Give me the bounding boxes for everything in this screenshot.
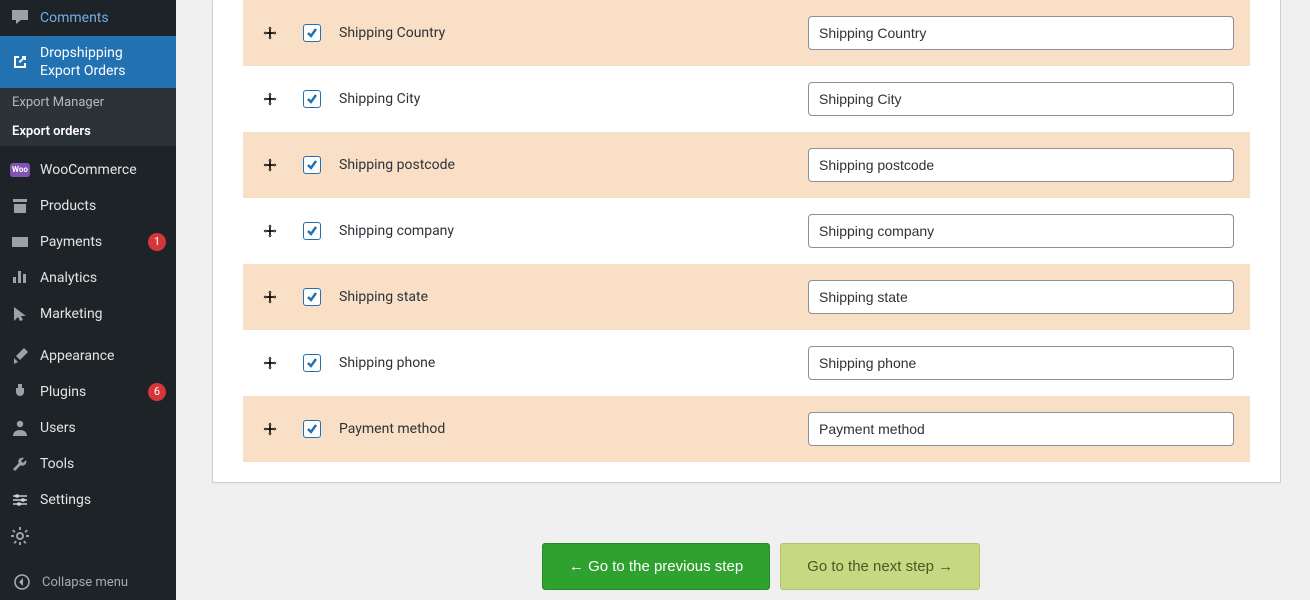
sidebar-item-products[interactable]: Products [0, 188, 176, 224]
field-label: Shipping Country [339, 25, 739, 41]
field-checkbox[interactable] [303, 24, 321, 42]
sidebar-item-analytics[interactable]: Analytics [0, 260, 176, 296]
bars-icon [10, 268, 30, 288]
drag-handle-icon[interactable] [259, 91, 281, 107]
collapse-label: Collapse menu [42, 575, 128, 590]
next-step-button[interactable]: Go to the next step → [780, 543, 980, 590]
field-name-input[interactable] [808, 412, 1234, 446]
field-label: Shipping phone [339, 355, 739, 371]
collapse-menu-button[interactable]: Collapse menu [0, 564, 176, 600]
woocommerce-icon: Woo [10, 160, 30, 180]
field-row: Shipping state [243, 264, 1250, 330]
wizard-buttons: ← Go to the previous step Go to the next… [212, 543, 1310, 590]
external-link-icon [10, 52, 30, 72]
sidebar-item-appearance[interactable]: Appearance [0, 338, 176, 374]
sidebar-item-payments[interactable]: Payments 1 [0, 224, 176, 260]
brush-icon [10, 346, 30, 366]
gear-icon [10, 526, 30, 546]
field-name-input[interactable] [808, 280, 1234, 314]
sidebar-item-label: Products [40, 197, 166, 215]
sidebar-item-settings[interactable]: Settings [0, 482, 176, 518]
collapse-icon [12, 572, 32, 592]
field-name-input[interactable] [808, 82, 1234, 116]
field-checkbox[interactable] [303, 90, 321, 108]
field-checkbox[interactable] [303, 156, 321, 174]
previous-step-button[interactable]: ← Go to the previous step [542, 543, 770, 590]
drag-handle-icon[interactable] [259, 289, 281, 305]
field-row: Shipping company [243, 198, 1250, 264]
field-row: Shipping City [243, 66, 1250, 132]
field-label: Shipping company [339, 223, 739, 239]
sidebar-item-label: Plugins [40, 383, 134, 401]
megaphone-icon [10, 304, 30, 324]
drag-handle-icon[interactable] [259, 157, 281, 173]
sidebar-item-marketing[interactable]: Marketing [0, 296, 176, 332]
field-name-input[interactable] [808, 346, 1234, 380]
submenu-export-manager[interactable]: Export Manager [0, 88, 176, 117]
sidebar-item-label: Dropshipping Export Orders [40, 44, 166, 80]
sidebar-item-label: WooCommerce [40, 161, 166, 179]
field-checkbox[interactable] [303, 222, 321, 240]
field-label: Shipping state [339, 289, 739, 305]
sidebar-item-tools[interactable]: Tools [0, 446, 176, 482]
drag-handle-icon[interactable] [259, 223, 281, 239]
sidebar-item-label: Comments [40, 9, 166, 27]
field-row: Shipping Country [243, 0, 1250, 66]
field-name-input[interactable] [808, 16, 1234, 50]
notification-badge: 6 [148, 383, 166, 401]
field-checkbox[interactable] [303, 420, 321, 438]
field-row: Payment method [243, 396, 1250, 462]
drag-handle-icon[interactable] [259, 355, 281, 371]
sidebar-item-label: Payments [40, 233, 134, 251]
field-checkbox[interactable] [303, 288, 321, 306]
sidebar-item-comments[interactable]: Comments [0, 0, 176, 36]
sidebar-item-label: Analytics [40, 269, 166, 287]
admin-sidebar: Comments Dropshipping Export Orders Expo… [0, 0, 176, 600]
field-row: Shipping phone [243, 330, 1250, 396]
notification-badge: 1 [148, 233, 166, 251]
drag-handle-icon[interactable] [259, 25, 281, 41]
main-content: Shipping Country Shipping City Shipping po… [176, 0, 1310, 600]
field-label: Payment method [339, 421, 739, 437]
field-name-input[interactable] [808, 148, 1234, 182]
sidebar-item-label: Tools [40, 455, 166, 473]
field-row: Shipping postcode [243, 132, 1250, 198]
user-icon [10, 418, 30, 438]
wrench-icon [10, 454, 30, 474]
sidebar-item-label: Appearance [40, 347, 166, 365]
comment-icon [10, 8, 30, 28]
sidebar-item-label: Users [40, 419, 166, 437]
drag-handle-icon[interactable] [259, 421, 281, 437]
field-name-input[interactable] [808, 214, 1234, 248]
submenu-export-orders[interactable]: Export orders [0, 117, 176, 146]
card-icon [10, 232, 30, 252]
sidebar-item-plugins[interactable]: Plugins 6 [0, 374, 176, 410]
field-label: Shipping postcode [339, 157, 739, 173]
archive-icon [10, 196, 30, 216]
fields-panel: Shipping Country Shipping City Shipping po… [212, 0, 1281, 483]
sidebar-item-woocommerce[interactable]: Woo WooCommerce [0, 152, 176, 188]
sidebar-item-users[interactable]: Users [0, 410, 176, 446]
sidebar-item-dropshipping[interactable]: Dropshipping Export Orders [0, 36, 176, 88]
sidebar-item-label: Settings [40, 491, 166, 509]
sidebar-item-label: Marketing [40, 305, 166, 323]
field-checkbox[interactable] [303, 354, 321, 372]
sidebar-item-truncated[interactable] [0, 518, 176, 546]
field-label: Shipping City [339, 91, 739, 107]
plug-icon [10, 382, 30, 402]
sliders-icon [10, 490, 30, 510]
